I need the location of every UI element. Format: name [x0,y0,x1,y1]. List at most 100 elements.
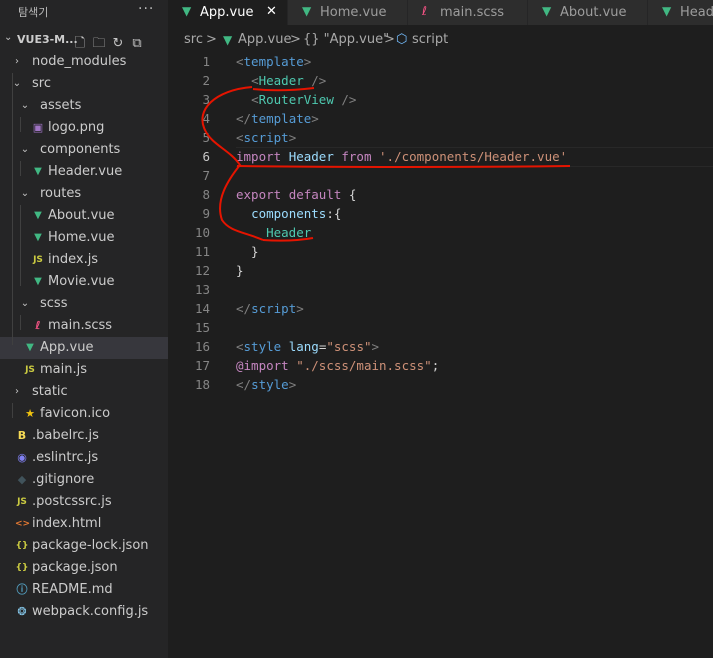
chevron-down-icon[interactable]: ⌄ [20,100,30,111]
chevron-down-icon[interactable]: ⌄ [12,78,22,89]
code-line[interactable]: 5 <script> [168,128,713,147]
line-number: 1 [202,54,210,69]
chevron-down-icon[interactable]: ⌄ [4,32,12,43]
tab-about-vue[interactable]: ▼ About.vue [528,0,648,25]
file-item[interactable]: ▼ App.vue [0,337,168,359]
workspace-root[interactable]: ⌄ VUE3-M... 🗋 🗀 ↻ ⧉ [0,29,168,51]
file-item[interactable]: ▼ Header.vue [0,161,168,183]
code-editor[interactable]: 1 <template> 2 <Header /> 3 <RouterView /> 4… [168,50,713,658]
file-item[interactable]: ❂ webpack.config.js [0,601,168,623]
tab-main-scss[interactable]: ℓ main.scss [408,0,528,25]
folder-item[interactable]: ⌄ components [0,139,168,161]
code-token: < [236,130,244,145]
file-item[interactable]: JS main.js [0,359,168,381]
code-line[interactable]: 13 [168,280,713,299]
file-item[interactable]: ▣ logo.png [0,117,168,139]
code-line[interactable]: 8 export default { [168,185,713,204]
code-line[interactable]: 12} [168,261,713,280]
scss-icon: ℓ [422,4,427,18]
chevron-right-icon[interactable]: › [12,56,22,67]
close-icon[interactable]: ✕ [266,4,277,19]
breadcrumb-section[interactable]: script [412,32,448,47]
explorer-sidebar: 탐색기 ··· ⌄ VUE3-M... 🗋 🗀 ↻ ⧉ › node_modules ⌄ s… [0,0,168,658]
tree-item-label: node_modules [32,54,127,69]
file-item[interactable]: <> index.html [0,513,168,535]
file-item[interactable]: {} package-lock.json [0,535,168,557]
tab-header-vue[interactable]: ▼ Heade [648,0,713,25]
chevron-down-icon[interactable]: ⌄ [20,188,30,199]
folder-item[interactable]: ⌄ src [0,73,168,95]
file-type-icon: {} [15,541,29,551]
tab-home-vue[interactable]: ▼ Home.vue [288,0,408,25]
file-item[interactable]: ▼ About.vue [0,205,168,227]
more-actions-icon[interactable]: ··· [138,1,154,17]
new-file-icon[interactable]: 🗋 [72,36,88,52]
file-item[interactable]: ★ favicon.ico [0,403,168,425]
chevron-down-icon[interactable]: ⌄ [20,298,30,309]
code-line[interactable]: 3 <RouterView /> [168,90,713,109]
code-line[interactable]: 18 </style> [168,375,713,394]
chevron-down-icon[interactable]: ⌄ [20,144,30,155]
code-line[interactable]: 9 components:{ [168,204,713,223]
folder-item[interactable]: ⌄ assets [0,95,168,117]
chevron-right-icon[interactable]: › [12,386,22,397]
vue-icon: ▼ [542,4,552,18]
folder-item[interactable]: ⌄ scss [0,293,168,315]
code-text: components:{ [236,206,341,221]
tab-label: App.vue [200,5,254,20]
file-type-icon: ❂ [17,605,27,618]
file-item[interactable]: ◉ .eslintrc.js [0,447,168,469]
code-token: < [236,339,244,354]
refresh-icon[interactable]: ↻ [110,36,126,52]
vue-icon: ▼ [662,4,672,18]
file-item[interactable]: ⓘ README.md [0,579,168,601]
code-token: script [243,130,289,145]
tree-item-label: About.vue [48,208,115,223]
code-line[interactable]: 16 <style lang="scss"> [168,337,713,356]
breadcrumb-separator: > [384,32,395,47]
indent-guide [20,315,21,330]
code-line[interactable]: 6 import Header from './components/Header… [168,147,713,167]
file-item[interactable]: JS .postcssrc.js [0,491,168,513]
code-token: < [251,73,259,88]
code-line[interactable]: 1 <template> [168,52,713,71]
code-line[interactable]: 2 <Header /> [168,71,713,90]
file-item[interactable]: ℓ main.scss [0,315,168,337]
tab-app-vue[interactable]: ▼ App.vue ✕ [168,0,288,25]
code-text: </template> [236,111,319,126]
file-type-icon: ▼ [34,232,42,243]
breadcrumb-object[interactable]: {} "App.vue" [303,32,389,47]
folder-item[interactable]: › node_modules [0,51,168,73]
code-line[interactable]: 4 </template> [168,109,713,128]
code-line[interactable]: 11 } [168,242,713,261]
code-line[interactable]: 14 </script> [168,299,713,318]
folder-item[interactable]: › static [0,381,168,403]
breadcrumb-file[interactable]: App.vue [238,32,291,47]
code-text: import Header from './components/Header.… [236,149,567,164]
file-item[interactable]: ▼ Movie.vue [0,271,168,293]
folder-item[interactable]: ⌄ routes [0,183,168,205]
code-token: from [341,149,372,164]
code-line[interactable]: 15 [168,318,713,337]
tree-item-label: favicon.ico [40,406,111,421]
editor-tabs: ▼ App.vue ✕ ▼ Home.vue ℓ main.scss ▼ Abo… [168,0,713,25]
file-item[interactable]: B .babelrc.js [0,425,168,447]
file-item[interactable]: ▼ Home.vue [0,227,168,249]
code-line[interactable]: 17 @import "./scss/main.scss"; [168,356,713,375]
breadcrumb-src[interactable]: src [184,32,203,47]
file-item[interactable]: {} package.json [0,557,168,579]
vue-icon: ▼ [223,33,233,47]
code-line[interactable]: 7 [168,166,713,185]
file-item[interactable]: JS index.js [0,249,168,271]
line-number: 16 [194,339,210,354]
file-type-icon: ◉ [17,451,27,464]
collapse-all-icon[interactable]: ⧉ [129,36,145,52]
new-folder-icon[interactable]: 🗀 [91,36,107,52]
file-item[interactable]: ◆ .gitignore [0,469,168,491]
code-line[interactable]: 10 Header [168,223,713,242]
code-token: export [236,187,282,202]
